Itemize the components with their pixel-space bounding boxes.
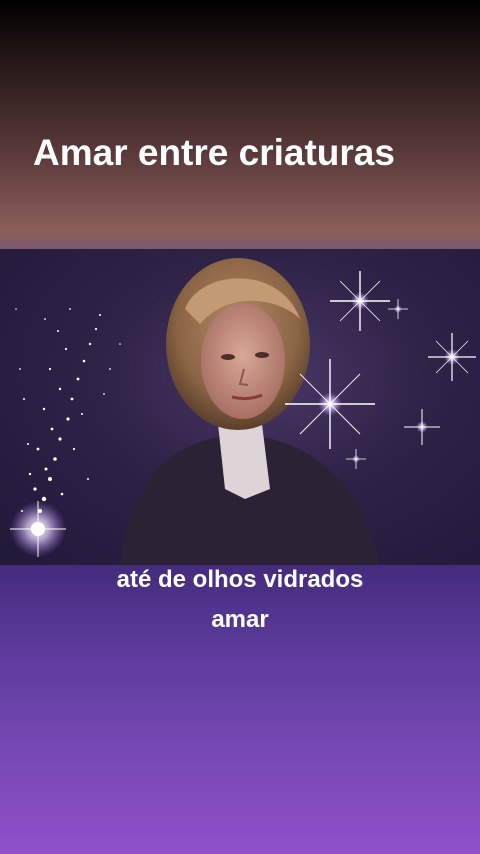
subtitle-line-2: amar [211,606,269,633]
video-scene [10,258,476,565]
subtitle-line-1: até de olhos vidrados [116,566,364,593]
person-figure [120,258,380,565]
star-sparkles [285,271,476,469]
video-frame[interactable] [0,249,480,565]
video-overlay-title: Amar entre criaturas [33,132,395,173]
sparkle-trail [10,308,121,557]
